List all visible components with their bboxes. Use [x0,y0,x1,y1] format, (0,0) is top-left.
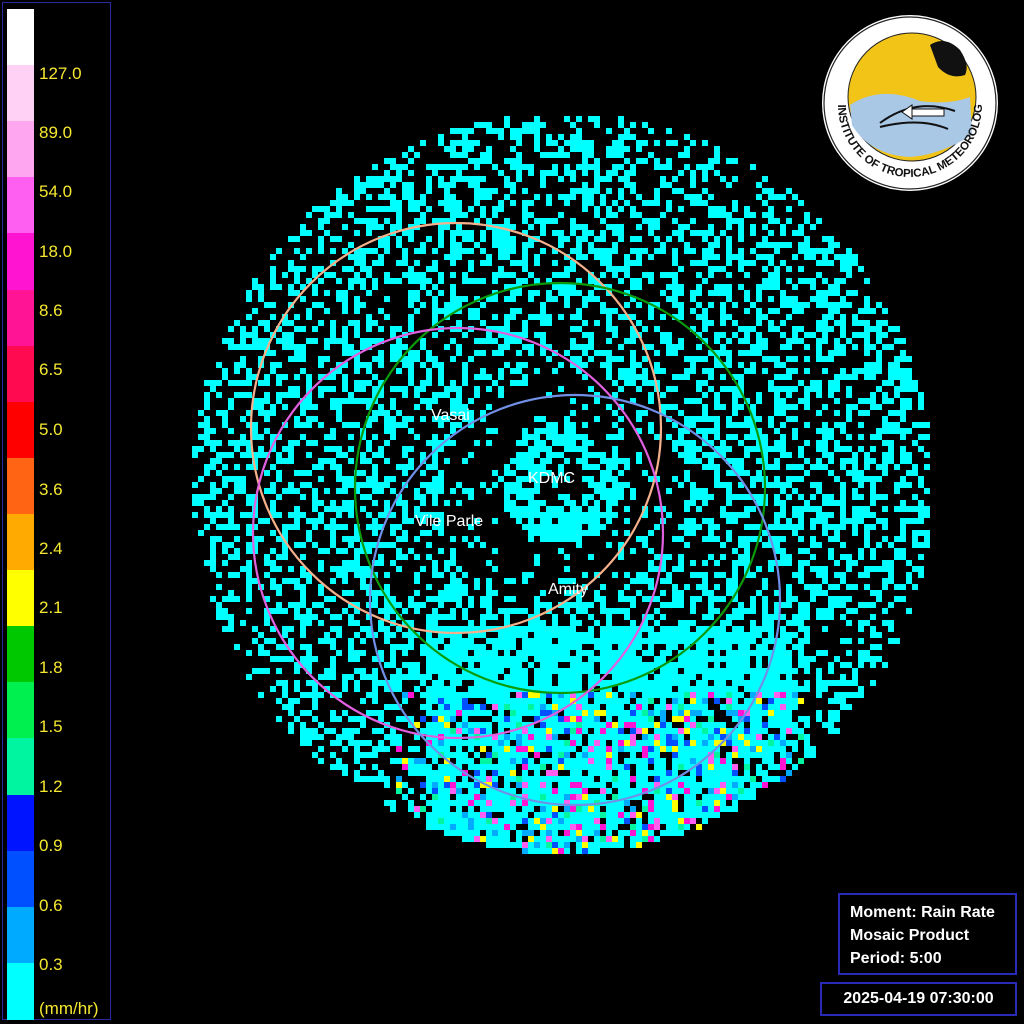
legend-swatch [7,626,34,684]
legend-swatch [7,682,34,740]
legend-color-scale [7,9,34,1020]
legend-level-label: 0.6 [39,896,63,915]
legend-swatch [7,401,34,459]
legend-swatch [7,177,34,235]
site-label-kdmc: KDMC [528,470,575,487]
legend-swatch [7,65,34,123]
legend-swatch [7,345,34,403]
legend-level-label: 0.9 [39,836,63,855]
legend-swatch [7,457,34,515]
legend-unit-label: (mm/hr) [39,999,99,1018]
product-label: Mosaic Product [850,927,970,944]
legend-swatch [7,289,34,347]
legend-level-label: 1.5 [39,717,63,736]
legend-level-label: 89.0 [39,123,73,142]
legend-swatch [7,121,34,179]
legend-swatch [7,233,34,291]
legend-level-label: 2.4 [39,539,63,558]
site-label-vasai: Vasai [431,407,470,424]
legend-level-label: 0.3 [39,955,63,974]
iitm-logo: INDIAN INSTITUTE OF TROPICAL METEOROLOGY… [820,5,998,191]
legend-level-label: 5.0 [39,420,63,439]
legend-swatch [7,906,34,964]
legend-swatch [7,738,34,796]
rain-rate-legend: 127.0 89.0 54.0 18.0 8.6 6.5 5.0 3.6 2.4… [2,2,111,1020]
site-label-amity: Amity [548,581,588,598]
legend-level-label: 54.0 [39,182,73,201]
legend-level-label: 1.2 [39,777,63,796]
legend-level-label: 127.0 [39,64,82,83]
legend-level-label: 1.8 [39,658,63,677]
legend-swatch [7,794,34,852]
legend-level-label: 2.1 [39,598,63,617]
legend-level-label: 18.0 [39,242,73,261]
moment-label: Moment: Rain Rate [850,904,995,921]
legend-swatch [7,850,34,908]
legend-swatch [7,570,34,628]
timestamp-label: 2025-04-19 07:30:00 [820,982,1017,1016]
product-info-panel: Moment: Rain Rate Mosaic Product Period:… [838,893,1017,975]
period-label: Period: 5:00 [850,950,942,967]
legend-swatch [7,9,34,66]
legend-level-label: 3.6 [39,480,63,499]
legend-level-label: 6.5 [39,360,63,379]
legend-swatch [7,962,34,1020]
legend-level-label: 8.6 [39,301,63,320]
legend-swatch [7,514,34,571]
site-label-vile-parle: Vile Parle [415,513,483,530]
